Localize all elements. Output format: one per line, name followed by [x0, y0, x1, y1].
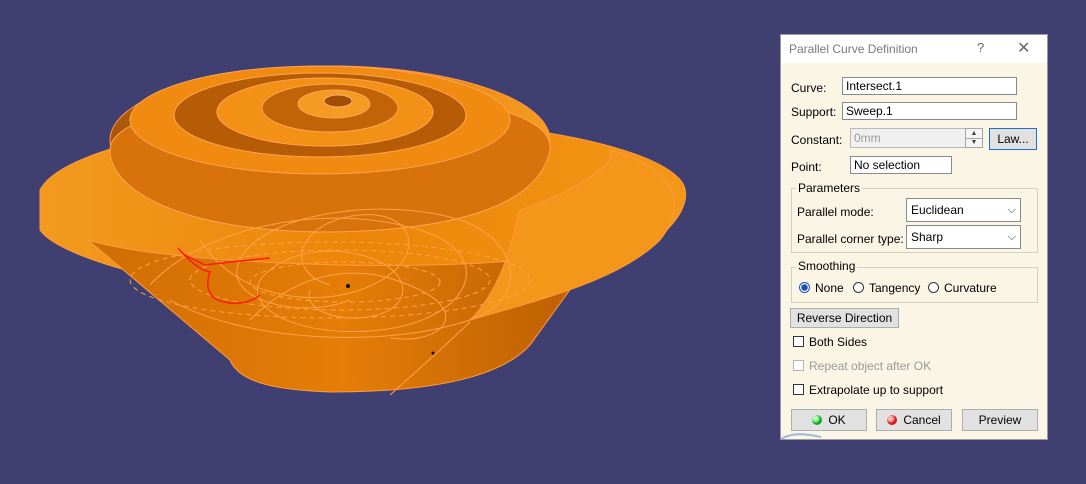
- constant-label: Constant:: [791, 133, 843, 147]
- extrapolate-checkbox[interactable]: [793, 384, 804, 395]
- cancel-icon: [887, 415, 898, 425]
- ok-button[interactable]: OK: [791, 409, 867, 431]
- radio-tangency[interactable]: [853, 282, 864, 293]
- constant-spinner[interactable]: ▲ ▼: [965, 128, 983, 148]
- parallel-mode-value: Euclidean: [911, 203, 964, 217]
- corner-type-label: Parallel corner type:: [797, 232, 904, 246]
- both-sides-checkbox[interactable]: [793, 336, 804, 347]
- repeat-object-label: Repeat object after OK: [809, 359, 932, 373]
- constant-field[interactable]: 0mm: [850, 128, 966, 148]
- curve-field[interactable]: Intersect.1: [842, 77, 1017, 95]
- close-icon[interactable]: ✕: [1017, 38, 1030, 58]
- parallel-curve-dialog: Parallel Curve Definition ? ✕ Curve: Int…: [780, 34, 1048, 440]
- radio-tangency-label: Tangency: [869, 281, 921, 295]
- reverse-direction-button[interactable]: Reverse Direction: [790, 308, 899, 328]
- corner-type-select[interactable]: Sharp ⌵: [906, 225, 1021, 249]
- ok-label: OK: [828, 413, 846, 427]
- preview-button[interactable]: Preview: [962, 409, 1038, 431]
- point-field[interactable]: No selection: [850, 156, 952, 174]
- curve-point: [431, 351, 435, 355]
- dialog-title: Parallel Curve Definition: [789, 42, 918, 56]
- spin-down-icon[interactable]: ▼: [966, 138, 982, 147]
- origin-point: [346, 284, 350, 288]
- chevron-down-icon: ⌵: [1007, 231, 1016, 243]
- cancel-button[interactable]: Cancel: [876, 409, 952, 431]
- radio-curvature[interactable]: [928, 282, 939, 293]
- support-field[interactable]: Sweep.1: [842, 102, 1017, 120]
- extrapolate-label: Extrapolate up to support: [809, 383, 944, 397]
- both-sides-label: Both Sides: [809, 335, 868, 349]
- point-label: Point:: [791, 160, 822, 174]
- curve-label: Curve:: [791, 81, 827, 95]
- chevron-down-icon: ⌵: [1007, 204, 1016, 216]
- parallel-mode-label: Parallel mode:: [797, 205, 874, 219]
- repeat-object-checkbox[interactable]: [793, 360, 804, 371]
- law-button[interactable]: Law...: [989, 128, 1037, 150]
- help-icon[interactable]: ?: [977, 40, 984, 55]
- smoothing-title: Smoothing: [796, 259, 858, 273]
- cancel-label: Cancel: [903, 413, 941, 427]
- 3d-viewport[interactable]: [0, 0, 780, 479]
- dialog-titlebar[interactable]: Parallel Curve Definition ? ✕: [781, 35, 1047, 63]
- parameters-title: Parameters: [796, 181, 863, 195]
- spiral-center: [323, 94, 353, 108]
- support-label: Support:: [791, 105, 837, 119]
- parallel-mode-select[interactable]: Euclidean ⌵: [906, 198, 1021, 222]
- radio-none[interactable]: [799, 282, 810, 293]
- radio-none-label: None: [815, 281, 844, 295]
- corner-type-value: Sharp: [911, 230, 944, 244]
- part-geometry[interactable]: [0, 0, 780, 479]
- dialog-corner-decoration: [781, 433, 821, 439]
- ok-icon: [812, 415, 823, 425]
- radio-curvature-label: Curvature: [944, 281, 997, 295]
